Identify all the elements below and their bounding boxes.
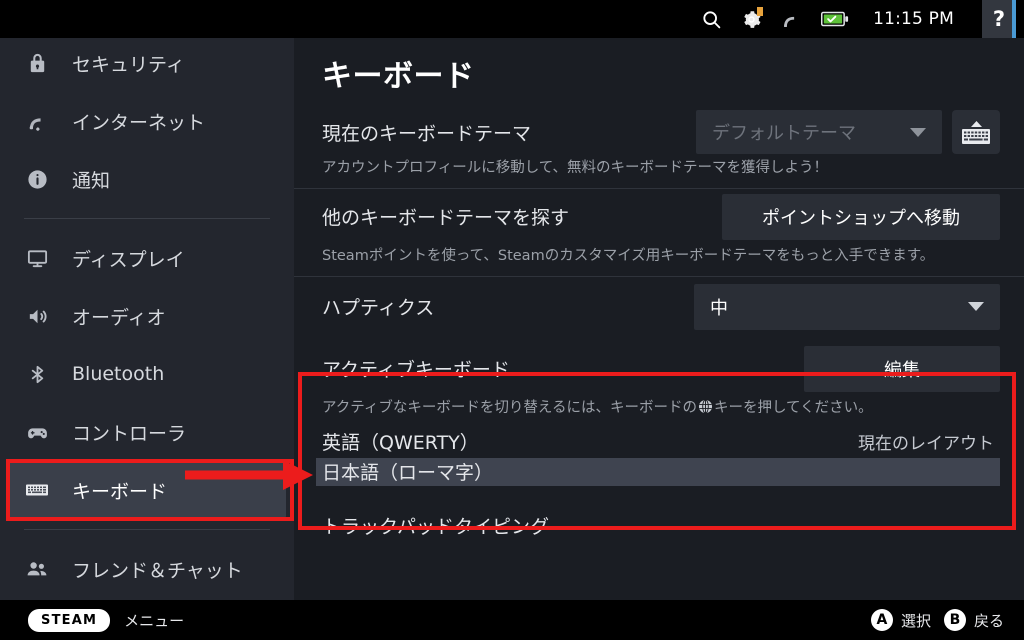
globe-icon — [698, 399, 713, 420]
layout-name: 英語（QWERTY） — [322, 432, 479, 455]
sidebar-item-security[interactable]: セキュリティ — [0, 34, 294, 92]
sidebar-item-label: オーディオ — [72, 306, 166, 329]
haptics-label: ハプティクス — [322, 297, 435, 320]
sidebar-item-label: 通知 — [72, 169, 111, 192]
sidebar-item-label: フレンド＆チャット — [72, 559, 243, 582]
current-theme-label: 現在のキーボードテーマ — [322, 122, 532, 145]
sidebar-nav-list: システム セキュリティ — [0, 11, 294, 600]
current-theme-row: 現在のキーボードテーマ デフォルトテーマ — [322, 107, 1000, 157]
edit-button[interactable]: 編集 — [804, 345, 1000, 392]
friends-icon — [22, 554, 52, 584]
gear-icon[interactable] — [741, 6, 764, 30]
haptics-dropdown[interactable]: 中 — [694, 283, 1000, 330]
trackpad-typing-label[interactable]: トラックパッドタイピング — [322, 512, 1000, 539]
sidebar-item-display[interactable]: ディスプレイ — [0, 229, 294, 287]
a-button-icon: A — [870, 609, 893, 631]
menu-label: メニュー — [124, 611, 185, 630]
footer-bar: STEAM メニュー A 選択 B 戻る — [0, 600, 1024, 640]
keyboard-theme-section: 現在のキーボードテーマ デフォルトテーマ アカウントプロフィールに移動して、無料… — [294, 107, 1024, 188]
sidebar-item-label: インターネット — [72, 111, 206, 134]
sidebar-item-notifications[interactable]: 通知 — [0, 150, 294, 208]
clock: 11:15 PM — [873, 9, 954, 29]
theme-dropdown-value: デフォルトテーマ — [712, 123, 856, 144]
description-text-before: アクティブなキーボードを切り替えるには、キーボードの — [322, 399, 697, 416]
page-title: キーボード — [322, 59, 475, 94]
sidebar-item-controller[interactable]: コントローラ — [0, 403, 294, 461]
point-shop-description: Steamポイントを使って、Steamのカスタマイズ用キーボードテーマをもっと入… — [322, 247, 935, 264]
lock-icon — [22, 48, 52, 78]
description-text-after: キーを押してください。 — [713, 399, 873, 416]
active-keyboard-row: アクティブキーボード 編集 — [322, 341, 1000, 397]
help-button[interactable]: ? — [982, 0, 1016, 38]
active-keyboard-description: アクティブなキーボードを切り替えるには、キーボードの キーを押してください。 — [322, 397, 1000, 428]
keyboard-glyph-icon — [962, 128, 990, 144]
wifi-icon — [22, 106, 52, 136]
sidebar-item-keyboard[interactable]: キーボード — [8, 461, 286, 519]
theme-store-section: 他のキーボードテーマを探す ポイントショップへ移動 Steamポイントを使って、… — [294, 189, 1024, 276]
wifi-icon[interactable] — [781, 9, 802, 30]
point-shop-button[interactable]: ポイントショップへ移動 — [722, 193, 1000, 240]
status-icon-group: 11:15 PM ? — [701, 0, 1024, 38]
sidebar-item-label: ディスプレイ — [72, 248, 185, 271]
battery-icon[interactable] — [821, 11, 849, 27]
display-icon — [22, 243, 52, 273]
notification-icon — [22, 164, 52, 194]
active-keyboard-section: アクティブキーボード 編集 アクティブなキーボードを切り替えるには、キーボードの… — [294, 341, 1024, 486]
steam-deck-settings-screen: システム セキュリティ — [0, 0, 1024, 640]
haptics-section: ハプティクス 中 — [294, 277, 1024, 337]
controller-icon — [22, 417, 52, 447]
active-keyboard-label: アクティブキーボード — [322, 359, 510, 382]
sidebar-divider — [24, 218, 270, 219]
keyboard-preview-button[interactable] — [952, 110, 1000, 154]
audio-icon — [22, 301, 52, 331]
chevron-down-icon — [910, 127, 926, 137]
keyboard-icon — [22, 475, 52, 505]
haptics-dropdown-value: 中 — [710, 297, 728, 319]
sidebar-item-friends-chat[interactable]: フレンド＆チャット — [0, 540, 294, 598]
haptics-row: ハプティクス 中 — [322, 277, 1000, 337]
settings-main-panel: キーボード 現在のキーボードテーマ デフォルトテーマ アカウントプロフィールに移… — [294, 38, 1024, 600]
chevron-down-icon — [968, 302, 984, 312]
select-label: 選択 — [900, 611, 931, 630]
sidebar-item-audio[interactable]: オーディオ — [0, 287, 294, 345]
help-accent-bar — [1012, 0, 1016, 38]
notification-dot — [757, 6, 764, 16]
trackpad-typing-section: トラックパッドタイピング — [294, 512, 1024, 539]
theme-description: アカウントプロフィールに移動して、無料のキーボードテーマを獲得しよう！ — [322, 160, 829, 176]
find-themes-label: 他のキーボードテーマを探す — [322, 207, 570, 230]
footer-select-button[interactable]: A 選択 — [870, 609, 931, 631]
footer-back-button[interactable]: B 戻る — [943, 609, 1004, 631]
find-themes-row: 他のキーボードテーマを探す ポイントショップへ移動 — [322, 189, 1000, 245]
bluetooth-icon — [22, 359, 52, 389]
help-label: ? — [992, 6, 1006, 31]
layout-name: 日本語（ローマ字） — [322, 462, 494, 485]
footer-button-group: A 選択 B 戻る — [870, 609, 1024, 631]
settings-sidebar: システム セキュリティ — [0, 0, 294, 600]
steam-button[interactable]: STEAM — [28, 608, 111, 632]
sidebar-item-bluetooth[interactable]: Bluetooth — [0, 345, 294, 403]
b-button-icon: B — [943, 609, 966, 631]
sidebar-item-label: キーボード — [72, 480, 168, 503]
theme-dropdown[interactable]: デフォルトテーマ — [696, 110, 942, 154]
layout-row-english[interactable]: 英語（QWERTY） 現在のレイアウト — [322, 428, 1000, 456]
sidebar-divider-2 — [24, 529, 270, 530]
back-label: 戻る — [973, 611, 1004, 630]
search-icon[interactable] — [701, 9, 722, 30]
sidebar-item-label: Bluetooth — [72, 363, 165, 385]
sidebar-item-internet[interactable]: インターネット — [0, 92, 294, 150]
sidebar-item-label: コントローラ — [72, 422, 187, 445]
chevron-up-icon — [970, 120, 982, 127]
layout-row-japanese[interactable]: 日本語（ローマ字） — [316, 457, 1000, 486]
status-bar: 11:15 PM ? — [0, 0, 1024, 38]
sidebar-item-label: セキュリティ — [72, 53, 185, 76]
current-layout-note: 現在のレイアウト — [858, 434, 994, 455]
